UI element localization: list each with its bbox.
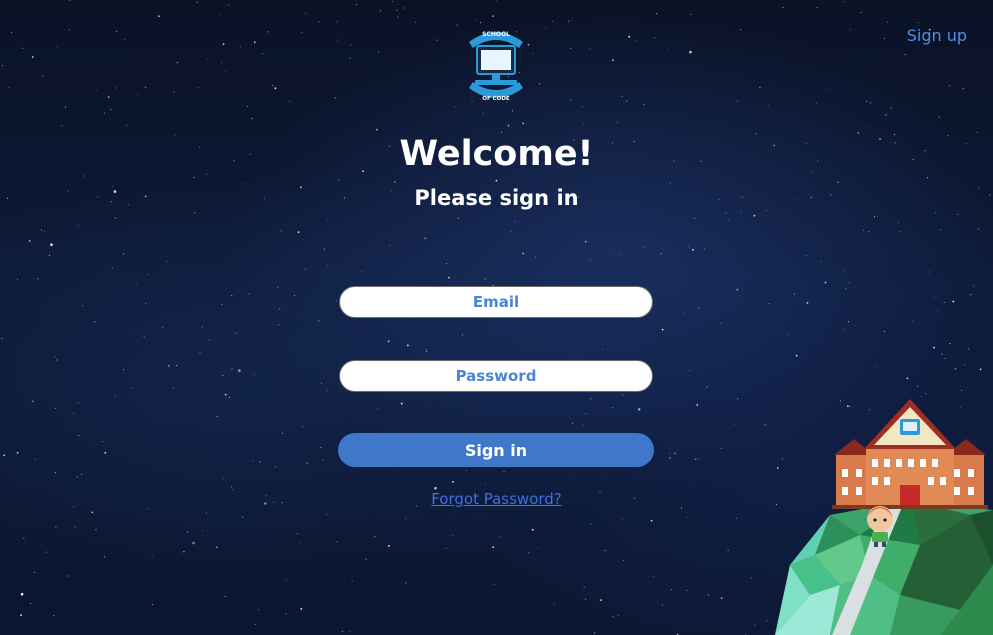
school-of-code-logo: SCHOOL OF CODE (469, 31, 523, 102)
school-hill-illustration (775, 399, 993, 635)
logo-bottom-text: OF CODE (482, 96, 510, 102)
forgot-password-link[interactable]: Forgot Password? (431, 490, 562, 508)
login-page: Sign up SCHOOL OF CODE Welcome! Please s… (0, 0, 993, 635)
logo-top-text: SCHOOL (482, 31, 510, 38)
page-title: Welcome! (399, 134, 594, 174)
page-subtitle: Please sign in (414, 186, 579, 210)
school-building-icon (832, 399, 988, 509)
email-field[interactable] (339, 286, 653, 318)
password-field[interactable] (339, 360, 653, 392)
sign-in-button[interactable]: Sign in (338, 433, 654, 467)
sign-up-link[interactable]: Sign up (907, 26, 967, 45)
